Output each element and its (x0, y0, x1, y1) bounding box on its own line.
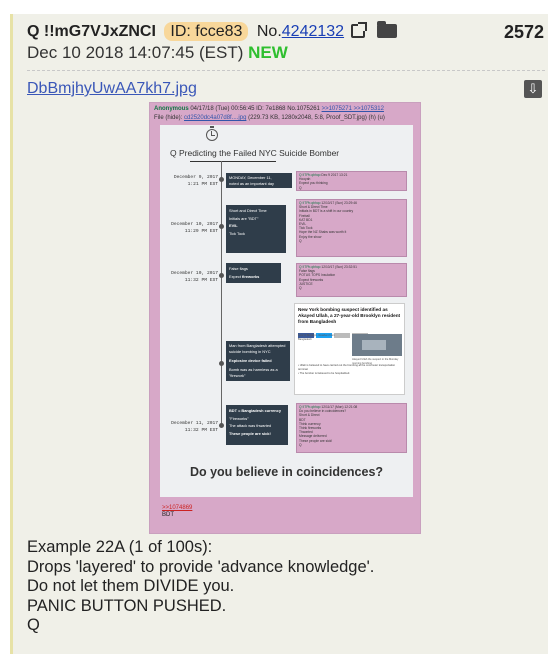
author-name[interactable]: Q !!mG7VJxZNCI (27, 23, 156, 40)
post-number-prefix: No. (256, 23, 282, 40)
image-bottom-ref: >>1074869 (162, 505, 193, 511)
external-link-icon[interactable] (350, 22, 367, 38)
image-anon-name: Anonymous (154, 106, 189, 112)
image-meta-refs: >>1075271 >>1075312 (321, 106, 384, 112)
poster-id-badge[interactable]: ID: fcce83 (164, 22, 249, 41)
image-file-label: File (hide): (154, 115, 183, 121)
stopwatch-icon-top (210, 126, 214, 128)
timeline-dot (219, 423, 224, 428)
attached-image[interactable]: Anonymous 04/17/18 (Tue) 00:56:45 ID: 7e… (149, 102, 421, 534)
news-headline: New York bombing suspect identified as A… (298, 307, 401, 324)
news-bullets: • Ullah is believed to have carried out … (298, 364, 396, 376)
timeline-date: December 9, 2017 1:21 PM EST (173, 175, 218, 187)
share-bar (298, 325, 403, 338)
post-number-link[interactable]: 4242132 (282, 23, 344, 40)
news-article-clipping: New York bombing suspect identified as A… (294, 303, 405, 395)
timeline-dot (219, 224, 224, 229)
image-file-info: (229.73 KB, 1280x2048, 5:8, Proof_SDT.jp… (248, 115, 385, 121)
body-line: Drops 'layered' to provide 'advance know… (27, 557, 375, 576)
pasted-post: Q !ITPb.qbhqo Dec 9 2017 13:21 Hooyah Exp… (296, 171, 407, 191)
timeline-dot (219, 177, 224, 182)
post-timestamp: Dec 10 2018 14:07:45 (EST) (27, 43, 244, 62)
timeline-date: December 11, 2017 11:32 PM EST (171, 421, 218, 433)
file-link[interactable]: DbBmjhyUwAA7kh7.jpg (27, 80, 197, 98)
new-badge: NEW (248, 43, 288, 62)
image-meta-line: 04/17/18 (Tue) 00:56:45 ID: 7e1868 No.10… (190, 106, 320, 112)
timeline-graphic: Q Predicting the Failed NYC Suicide Bomb… (160, 125, 413, 497)
timeline-date: December 10, 2017 11:29 PM EST (171, 222, 218, 234)
post-timestamp-row: Dec 10 2018 14:07:45 (EST) NEW (27, 43, 288, 63)
post-index: 2572 (503, 22, 544, 42)
divider (27, 70, 545, 71)
news-photo (352, 334, 402, 356)
pasted-post: Q !ITPb.qbhqo 12/10/17 (Sun) 23:32:51 Fa… (296, 263, 407, 297)
event-box: Short and Direct Time Initials are "BDT" E… (226, 205, 286, 253)
pasted-post: Q !ITPb.qbhqo 12/11/17 (Mon) 12:21:08 Do… (296, 403, 407, 453)
image-bottom-text: BDT (162, 512, 174, 518)
timeline-title-underline (190, 161, 276, 162)
stopwatch-icon (206, 129, 218, 141)
pasted-post: Q !ITPb.qbhqo 12/10/17 (Sun) 23:29:46 Sh… (296, 199, 407, 257)
timeline-spine (221, 161, 222, 427)
post: Q !!mG7VJxZNCI ID: fcce83 No.4242132 257… (10, 14, 548, 654)
timeline-dot (219, 273, 224, 278)
folder-icon[interactable] (376, 21, 397, 38)
event-box: MONDAY, December 11, noted as an importan… (226, 173, 292, 188)
news-article-text: Four of Brooklyn. Resident from Banglade… (298, 334, 335, 341)
event-box: False flags Expect fireworks (226, 263, 281, 283)
image-post-meta: Anonymous 04/17/18 (Tue) 00:56:45 ID: 7e… (154, 106, 384, 112)
timeline-date: December 10, 2017 11:32 PM EST (171, 271, 218, 283)
timeline-dot (219, 361, 224, 366)
timeline-title: Q Predicting the Failed NYC Suicide Bomb… (170, 148, 340, 158)
body-line: PANIC BUTTON PUSHED. (27, 596, 227, 615)
body-line: Do not let them DIVIDE you. (27, 577, 235, 595)
post-body: Example 22A (1 of 100s): Drops 'layered'… (27, 538, 547, 636)
body-line: Example 22A (1 of 100s): (27, 538, 213, 556)
event-box: Man from Bangladesh attempted suicide bom… (226, 341, 290, 381)
event-box: BDT = Bangladesh currency "Fireworks" The … (226, 405, 288, 445)
download-icon[interactable]: ⇩ (524, 80, 542, 98)
image-file-line: File (hide): cd2520dc4a07d8f....jpg (229… (154, 115, 385, 121)
body-line: Q (27, 616, 40, 634)
closing-question: Do you believe in coincidences? (189, 465, 384, 479)
image-file-ref: cd2520dc4a07d8f....jpg (184, 115, 247, 121)
